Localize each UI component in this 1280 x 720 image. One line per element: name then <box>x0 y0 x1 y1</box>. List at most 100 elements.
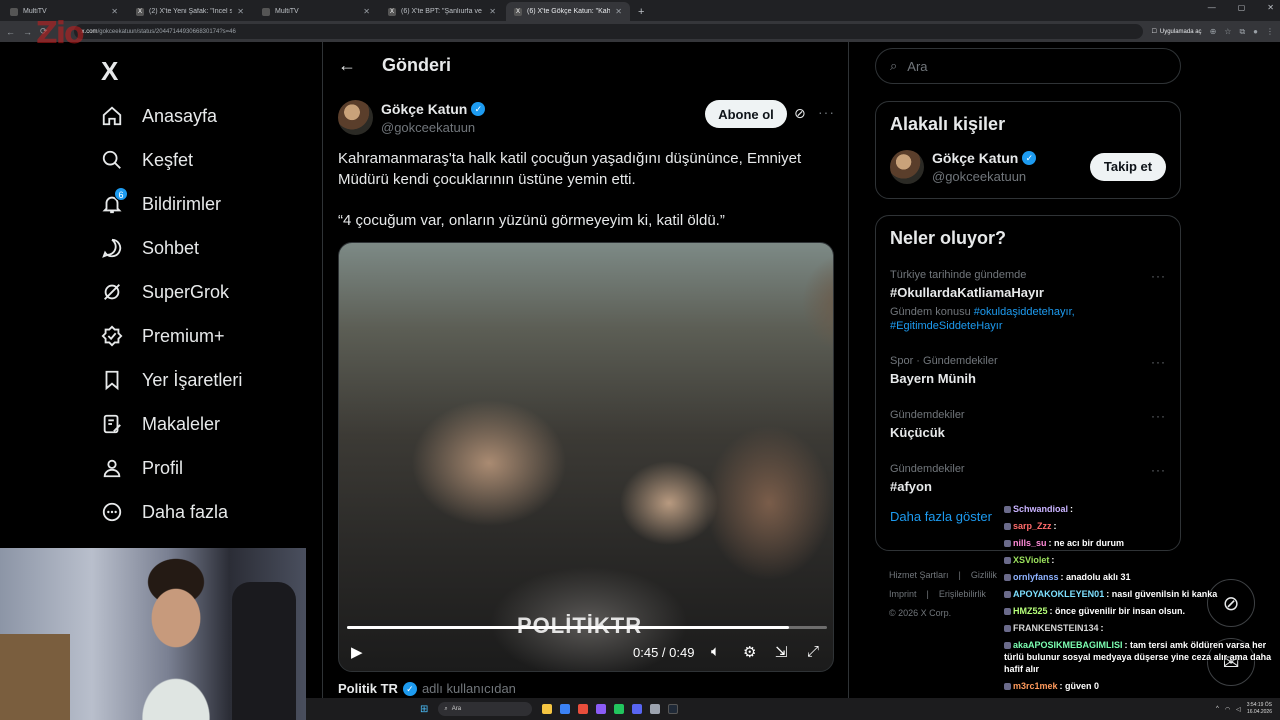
nav-item-chat[interactable]: Sohbet <box>100 236 199 260</box>
system-clock[interactable]: 3:54:19 ÖS 16.04.2026 <box>1247 702 1272 716</box>
browser-tab[interactable]: X(2) X'te Yeni Şafak: "İncel saplanı✕ <box>128 2 252 21</box>
chat-username: ornlyfanss <box>1013 572 1059 582</box>
related-person[interactable]: Gökçe Katun ✓ @gokceekatuun Takip et <box>876 135 1180 198</box>
new-tab-button[interactable]: + <box>630 6 652 21</box>
nav-item-home[interactable]: Anasayfa <box>100 104 217 128</box>
close-window-icon[interactable]: ✕ <box>1267 3 1274 12</box>
trend-more-icon[interactable]: ··· <box>1151 463 1166 477</box>
taskbar-search[interactable]: ⌕ Ara <box>438 702 533 716</box>
author-name-link[interactable]: Gökçe Katun ✓ <box>381 101 486 117</box>
minimize-icon[interactable]: — <box>1208 3 1216 12</box>
trend-item[interactable]: Spor · Gündemdekiler Bayern Münih ··· <box>876 355 1180 409</box>
footer-link[interactable]: Hizmet Şartları <box>889 570 949 580</box>
app-icon[interactable] <box>650 704 661 714</box>
star-icon[interactable]: ☆ <box>1224 27 1231 36</box>
back-arrow-icon[interactable]: ← <box>338 55 356 76</box>
nav-item-more[interactable]: Daha fazla <box>100 500 228 524</box>
close-tab-icon[interactable]: ✕ <box>363 7 370 16</box>
author-handle[interactable]: @gokceekatuun <box>381 120 485 135</box>
minimize-player-icon[interactable]: ⇲ <box>775 643 788 661</box>
chat-message: FRANKENSTEIN134: <box>1004 622 1276 634</box>
settings-gear-icon[interactable]: ⚙ <box>743 643 756 661</box>
chrome-icon[interactable] <box>578 704 589 714</box>
address-bar[interactable]: x.com/gokceekatuun/status/20447144930668… <box>73 24 1144 39</box>
close-tab-icon[interactable]: ✕ <box>489 7 496 16</box>
browser-tab[interactable]: X(6) X'te BPT: "Şanlıurfa ve Kahramanmar… <box>380 2 504 21</box>
tab-favicon-icon: X <box>514 7 522 16</box>
browser-tab-active[interactable]: X(6) X'te Gökçe Katun: "Kahramanmaraş✕ <box>506 2 630 21</box>
footer-link[interactable]: Erişilebilirlik <box>939 589 986 599</box>
avatar[interactable] <box>890 149 924 184</box>
zoom-icon[interactable]: ⊕ <box>1210 27 1217 36</box>
post-text: Kahramanmaraş'ta halk katil çocuğun yaşa… <box>338 150 802 229</box>
back-nav-icon[interactable]: ← <box>6 27 15 37</box>
close-tab-icon[interactable]: ✕ <box>237 7 244 16</box>
stream-watermark-logo: Zio <box>36 16 85 51</box>
tab-favicon-icon: X <box>388 7 396 16</box>
browser-tab[interactable]: MultiTV ✕ <box>254 2 378 21</box>
app-icon: ☐ <box>1151 29 1157 35</box>
related-hashtag-link[interactable]: #EgitimdeSiddeteHayır <box>890 320 1003 332</box>
chat-badge-icon <box>1004 608 1011 616</box>
chat-message: sarp_Zzz: <box>1004 520 1276 532</box>
footer-link[interactable]: Imprint <box>889 589 917 599</box>
avatar[interactable] <box>338 100 373 135</box>
related-hashtag-link[interactable]: #okuldaşiddetehayır, <box>974 306 1075 318</box>
chat-username: Schwandioal <box>1013 504 1069 514</box>
footer-link[interactable]: Gizlilik <box>971 570 997 580</box>
fullscreen-icon[interactable]: ⤢ <box>807 643 819 660</box>
nav-item-notifications[interactable]: 6 Bildirimler <box>100 187 221 216</box>
obs-icon[interactable] <box>668 704 679 714</box>
close-tab-icon[interactable]: ✕ <box>111 7 118 16</box>
premium-icon <box>100 324 124 348</box>
file-explorer-icon[interactable] <box>542 704 553 714</box>
extensions-icon[interactable]: ⧉ <box>1239 27 1245 37</box>
subscribe-button[interactable]: Abone ol <box>705 100 787 128</box>
windows-start-icon[interactable]: ⊞ <box>420 704 428 715</box>
close-tab-icon[interactable]: ✕ <box>615 7 622 16</box>
verified-badge-icon: ✓ <box>471 102 486 116</box>
nav-item-profile[interactable]: Profil <box>100 456 183 480</box>
video-player[interactable]: POLİTİKTR ▶ 0:45 / 0:49 🔈︎ ⚙ ⇲ ⤢ <box>338 242 834 672</box>
grok-explain-icon[interactable]: ⊘ <box>794 105 806 122</box>
search-box[interactable]: ⌕ <box>875 48 1181 84</box>
spotify-icon[interactable] <box>614 704 625 714</box>
chat-text: : <box>1051 555 1055 565</box>
volume-icon[interactable]: 🔈︎ <box>711 643 720 660</box>
wifi-icon[interactable]: ◠ <box>1225 706 1230 713</box>
video-progress-bar[interactable] <box>347 626 827 629</box>
maximize-icon[interactable]: ▢ <box>1238 3 1246 12</box>
x-logo[interactable]: X <box>101 56 118 87</box>
app-icon[interactable] <box>596 704 607 714</box>
trend-more-icon[interactable]: ··· <box>1151 269 1166 283</box>
video-source-attribution[interactable]: Politik TR ✓ adlı kullanıcıdan <box>338 681 516 696</box>
tab-favicon-icon: X <box>136 7 144 16</box>
play-icon[interactable]: ▶ <box>351 643 363 661</box>
trend-item[interactable]: Türkiye tarihinde gündemde #OkullardaKat… <box>876 269 1180 355</box>
search-input[interactable] <box>907 58 1148 74</box>
trend-more-icon[interactable]: ··· <box>1151 409 1166 423</box>
browser-app-icon[interactable] <box>560 704 571 714</box>
trend-item[interactable]: Gündemdekiler Küçücük ··· <box>876 409 1180 463</box>
open-in-app-button[interactable]: ☐ Uygulamada aç <box>1151 28 1201 36</box>
chat-icon <box>100 236 124 260</box>
profile-avatar-icon[interactable]: ● <box>1253 27 1258 36</box>
discord-icon[interactable] <box>632 704 643 714</box>
tab-favicon-icon <box>262 7 270 16</box>
column-divider <box>322 42 323 720</box>
trend-more-icon[interactable]: ··· <box>1151 355 1166 369</box>
nav-item-premium[interactable]: Premium+ <box>100 324 225 348</box>
follow-button[interactable]: Takip et <box>1090 152 1166 181</box>
speaker-icon[interactable]: ◁ <box>1236 706 1241 713</box>
post-more-options-icon[interactable]: ··· <box>818 104 835 120</box>
forward-nav-icon[interactable]: → <box>23 27 32 37</box>
tray-chevron-icon[interactable]: ^ <box>1216 706 1219 712</box>
nav-item-supergrok[interactable]: SuperGrok <box>100 280 229 304</box>
chat-message: Schwandioal: <box>1004 503 1276 515</box>
menu-icon[interactable]: ⋮ <box>1266 27 1274 36</box>
chat-badge-icon <box>1004 625 1011 633</box>
nav-item-explore[interactable]: Keşfet <box>100 148 193 172</box>
video-progress-fill <box>347 626 789 629</box>
nav-item-bookmarks[interactable]: Yer İşaretleri <box>100 368 242 392</box>
nav-item-articles[interactable]: Makaleler <box>100 412 220 436</box>
